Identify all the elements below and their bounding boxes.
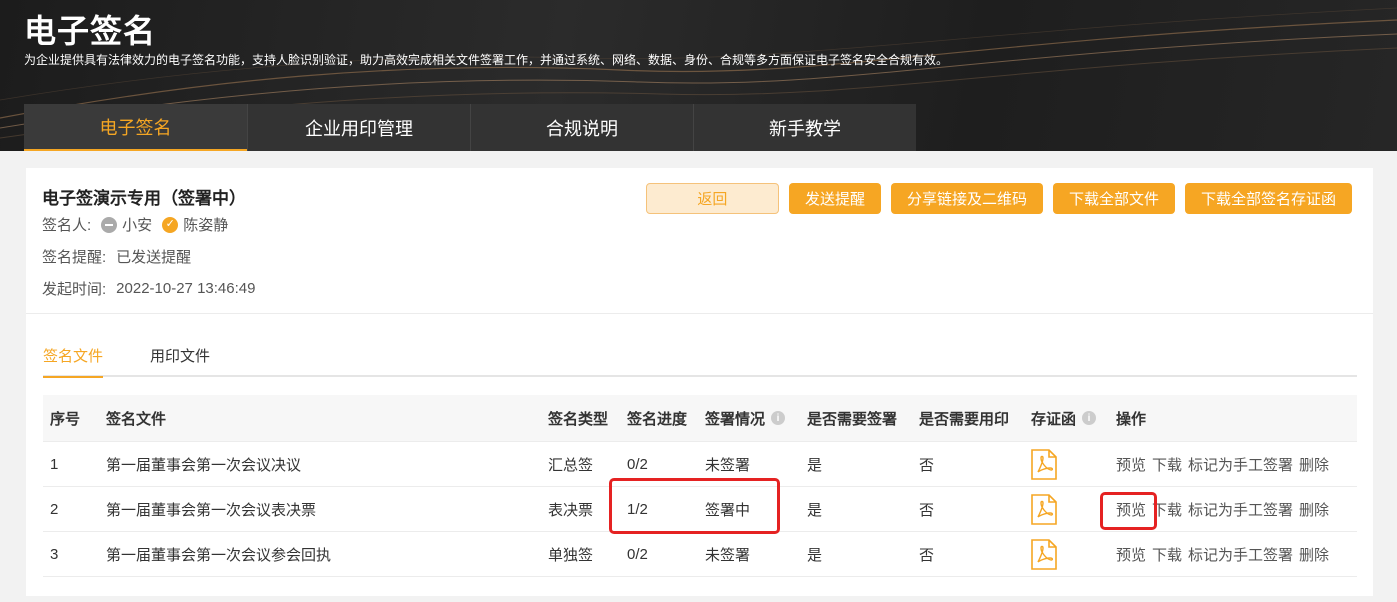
row-need-seal: 否 — [919, 456, 935, 474]
start-time-row: 发起时间: 2022-10-27 13:46:49 — [42, 278, 255, 299]
signers-row: 签名人: 小安 ✓ 陈姿静 — [42, 214, 238, 235]
document-detail-card: 电子签演示专用（签署中） 签名人: 小安 ✓ 陈姿静 签名提醒: 已发送提醒 发… — [26, 168, 1373, 596]
signers-label: 签名人: — [42, 217, 92, 234]
row-status: 签署中 — [705, 501, 751, 519]
download-all-certificates-button[interactable]: 下载全部签名存证函 — [1184, 183, 1352, 214]
tab-e-signature[interactable]: 电子签名 — [24, 104, 247, 151]
delete-link[interactable]: 删除 — [1299, 499, 1329, 520]
row-status: 未签署 — [705, 456, 751, 474]
row-actions: 预览 下载 标记为手工签署 删除 — [1116, 487, 1335, 531]
row-index: 3 — [50, 545, 59, 563]
preview-link[interactable]: 预览 — [1116, 454, 1146, 475]
row-file-name: 第一届董事会第一次会议表决票 — [106, 501, 317, 519]
row-need-seal: 否 — [919, 501, 935, 519]
page-description: 为企业提供具有法律效力的电子签名功能，支持人脸识别验证，助力高效完成相关文件签署… — [24, 53, 949, 67]
page-title: 电子签名 — [24, 13, 157, 49]
row-need-sign: 是 — [807, 546, 823, 564]
signer-pending: 小安 — [101, 214, 152, 235]
header-need-sign: 是否需要签署 — [807, 410, 898, 428]
files-table: 序号 签名文件 签名类型 签名进度 签署情况 i 是否需要签署 是否需要用印 存… — [43, 395, 1357, 577]
header-cert-cell: 存证函 i — [1031, 395, 1097, 441]
table-row: 3 第一届董事会第一次会议参会回执 单独签 0/2 未签署 是 否 预览 下载 … — [43, 532, 1357, 577]
main-tab-bar: 电子签名 企业用印管理 合规说明 新手教学 — [24, 104, 916, 151]
row-type: 单独签 — [548, 546, 594, 564]
back-button[interactable]: 返回 — [645, 183, 779, 214]
mark-manual-link[interactable]: 标记为手工签署 — [1188, 544, 1293, 565]
download-link[interactable]: 下载 — [1152, 544, 1182, 565]
row-progress: 1/2 — [627, 500, 648, 518]
table-header-row: 序号 签名文件 签名类型 签名进度 签署情况 i 是否需要签署 是否需要用印 存… — [43, 395, 1357, 442]
delete-link[interactable]: 删除 — [1299, 454, 1329, 475]
table-row: 1 第一届董事会第一次会议决议 汇总签 0/2 未签署 是 否 预览 下载 标记… — [43, 442, 1357, 487]
header-progress: 签名进度 — [627, 410, 688, 428]
preview-link[interactable]: 预览 — [1116, 499, 1146, 520]
pdf-certificate-icon[interactable] — [1031, 442, 1057, 486]
row-progress: 0/2 — [627, 455, 648, 473]
document-title: 电子签演示专用（签署中） — [42, 189, 246, 208]
tab-tutorial[interactable]: 新手教学 — [693, 104, 916, 151]
header-cert: 存证函 — [1031, 410, 1077, 428]
mark-manual-link[interactable]: 标记为手工签署 — [1188, 454, 1293, 475]
row-type: 汇总签 — [548, 456, 594, 474]
header-need-seal: 是否需要用印 — [919, 410, 1010, 428]
download-link[interactable]: 下载 — [1152, 454, 1182, 475]
header-actions: 操作 — [1116, 410, 1147, 428]
action-buttons: 返回 发送提醒 分享链接及二维码 下载全部文件 下载全部签名存证函 — [645, 183, 1352, 214]
divider — [26, 313, 1373, 314]
reminder-row: 签名提醒: 已发送提醒 — [42, 246, 191, 267]
pdf-certificate-icon[interactable] — [1031, 532, 1057, 576]
signer-name: 小安 — [122, 217, 153, 234]
share-link-button[interactable]: 分享链接及二维码 — [890, 183, 1043, 214]
header-index: 序号 — [50, 410, 81, 428]
reminder-label: 签名提醒: — [42, 249, 107, 266]
tab-seal-management[interactable]: 企业用印管理 — [247, 104, 470, 151]
mark-manual-link[interactable]: 标记为手工签署 — [1188, 499, 1293, 520]
preview-link[interactable]: 预览 — [1116, 544, 1146, 565]
start-time-label: 发起时间: — [42, 281, 107, 298]
info-icon[interactable]: i — [1082, 411, 1097, 425]
tab-signature-files[interactable]: 签名文件 — [43, 345, 104, 378]
start-time-value: 2022-10-27 13:46:49 — [116, 280, 256, 297]
row-type: 表决票 — [548, 501, 594, 519]
pdf-certificate-icon[interactable] — [1031, 487, 1057, 531]
download-link[interactable]: 下载 — [1152, 499, 1182, 520]
row-file-name: 第一届董事会第一次会议参会回执 — [106, 546, 332, 564]
header-status-cell: 签署情况 i — [705, 395, 786, 441]
row-need-sign: 是 — [807, 456, 823, 474]
row-status: 未签署 — [705, 546, 751, 564]
row-file-name: 第一届董事会第一次会议决议 — [106, 456, 302, 474]
info-icon[interactable]: i — [771, 411, 786, 425]
row-index: 2 — [50, 500, 59, 518]
tab-compliance[interactable]: 合规说明 — [470, 104, 693, 151]
row-need-seal: 否 — [919, 546, 935, 564]
download-all-files-button[interactable]: 下载全部文件 — [1052, 183, 1175, 214]
signer-name: 陈姿静 — [183, 217, 229, 234]
row-actions: 预览 下载 标记为手工签署 删除 — [1116, 442, 1335, 486]
check-icon: ✓ — [162, 216, 179, 233]
signer-signed: ✓ 陈姿静 — [162, 214, 228, 235]
tab-seal-files[interactable]: 用印文件 — [150, 345, 210, 376]
table-row: 2 第一届董事会第一次会议表决票 表决票 1/2 签署中 是 否 预览 下载 标… — [43, 487, 1357, 532]
header-file: 签名文件 — [106, 410, 167, 428]
send-reminder-button[interactable]: 发送提醒 — [788, 183, 881, 214]
header-type: 签名类型 — [548, 410, 609, 428]
row-need-sign: 是 — [807, 501, 823, 519]
row-actions: 预览 下载 标记为手工签署 删除 — [1116, 532, 1335, 576]
delete-link[interactable]: 删除 — [1299, 544, 1329, 565]
row-index: 1 — [50, 455, 59, 473]
row-progress: 0/2 — [627, 545, 648, 563]
hero-banner: 电子签名 为企业提供具有法律效力的电子签名功能，支持人脸识别验证，助力高效完成相… — [0, 0, 1397, 151]
header-status: 签署情况 — [705, 410, 766, 428]
reminder-value: 已发送提醒 — [116, 249, 192, 266]
pending-icon — [101, 216, 118, 233]
sub-tab-bar: 签名文件 用印文件 — [43, 342, 1357, 378]
